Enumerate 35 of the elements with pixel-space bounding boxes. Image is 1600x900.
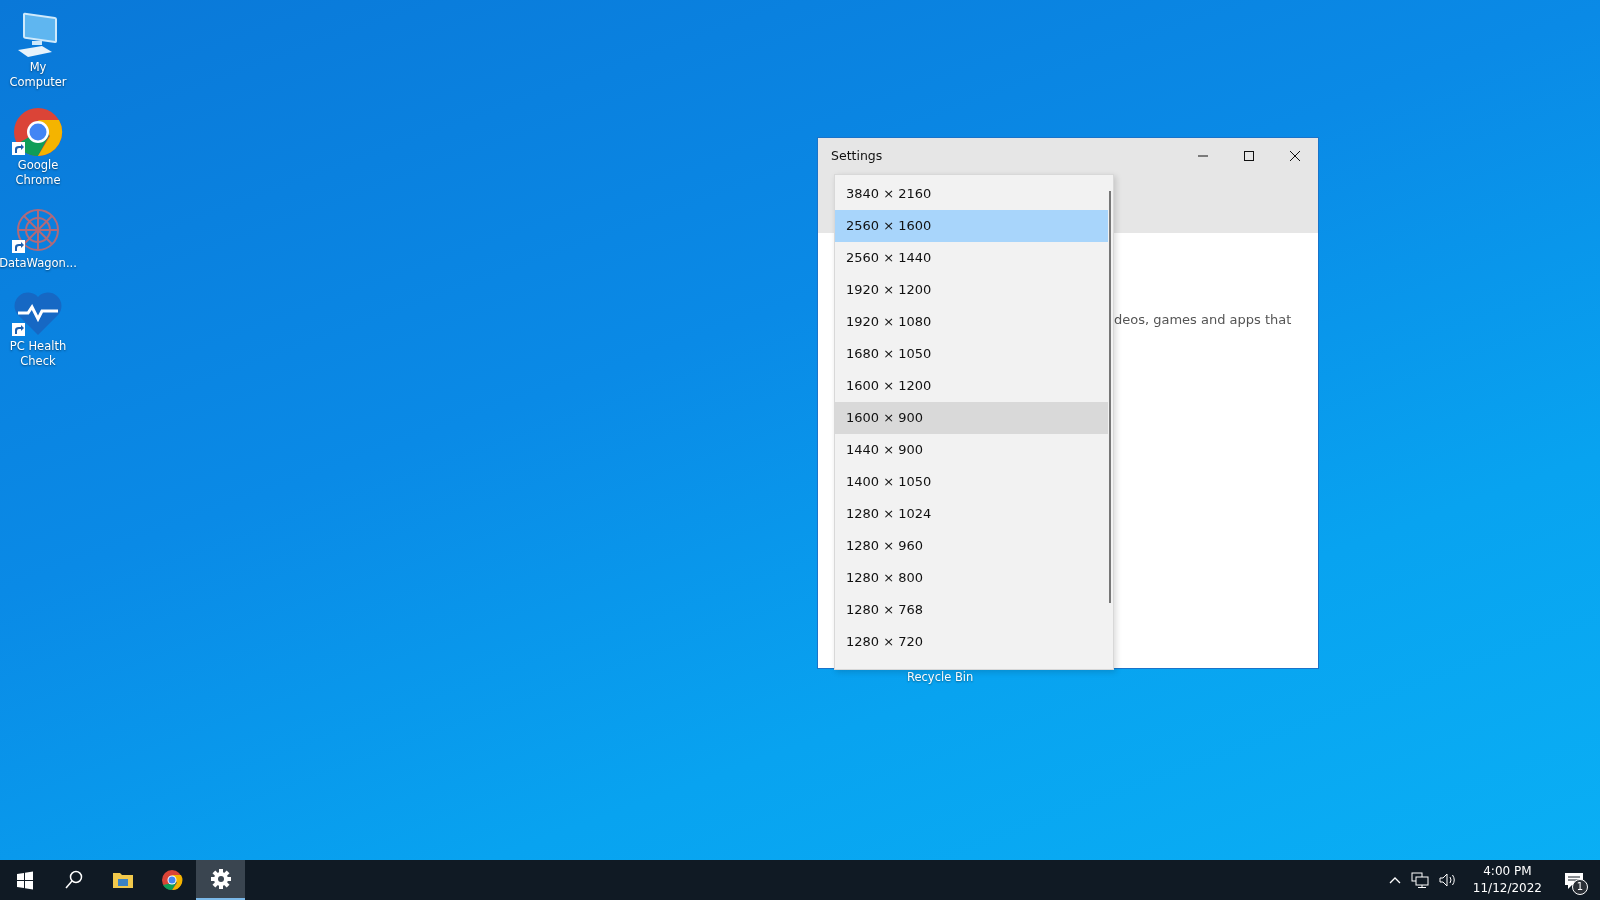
icon-label: Recycle Bin	[907, 669, 974, 686]
search-icon	[62, 869, 85, 891]
speaker-icon[interactable]	[1438, 872, 1457, 888]
network-icon[interactable]	[1410, 872, 1429, 888]
settings-icon	[209, 868, 232, 890]
dropdown-option[interactable]: 1400 × 1050	[835, 466, 1108, 498]
dropdown-option[interactable]: 1920 × 1080	[835, 306, 1108, 338]
dropdown-option[interactable]: 1680 × 1050	[835, 338, 1108, 370]
dropdown-option[interactable]: 2560 × 1600	[835, 210, 1108, 242]
dropdown-option[interactable]: 1600 × 1200	[835, 370, 1108, 402]
chrome-icon[interactable]	[12, 105, 64, 158]
taskbar-button[interactable]	[196, 860, 245, 900]
maximize-icon	[1243, 150, 1255, 162]
icon-label[interactable]: Google Chrome	[0, 157, 76, 188]
dropdown-option[interactable]: 2560 × 1440	[835, 242, 1108, 274]
window-title: Settings	[831, 146, 883, 165]
dropdown-option[interactable]: 1280 × 720	[835, 626, 1108, 658]
icon-label[interactable]: PC Health Check	[0, 338, 76, 369]
clock[interactable]: 4:00 PM 11/12/2022	[1466, 862, 1548, 898]
description-text: deos, games and apps that	[1114, 311, 1292, 329]
dropdown-option[interactable]: 1280 × 960	[835, 530, 1108, 562]
dropdown-option[interactable]: 1440 × 900	[835, 434, 1108, 466]
icon-label[interactable]: My Computer	[0, 60, 76, 90]
icon-label[interactable]: DataWagon...	[0, 255, 77, 271]
dropdown-option[interactable]: 1920 × 1200	[835, 274, 1108, 306]
chevron-up-icon[interactable]	[1388, 876, 1401, 884]
dropdown-option[interactable]: 1280 × 768	[835, 594, 1108, 626]
dropdown-option[interactable]: 1280 × 800	[835, 562, 1108, 594]
dropdown-option[interactable]: 3840 × 2160	[835, 178, 1108, 210]
notification-button[interactable]: 1	[1558, 865, 1590, 895]
close-icon	[1289, 150, 1301, 162]
scrollbar[interactable]	[1109, 191, 1111, 603]
dropdown-option[interactable]: 1280 × 1024	[835, 498, 1108, 530]
chrome-icon	[160, 869, 183, 891]
dropdown-option[interactable]: 1600 × 900	[835, 402, 1108, 434]
